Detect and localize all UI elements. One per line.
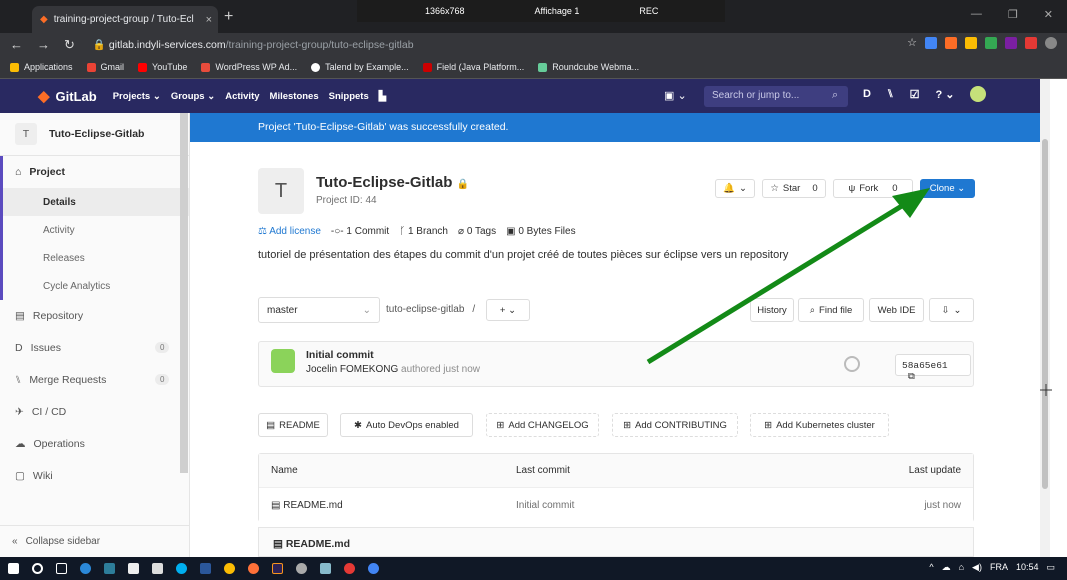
network-icon[interactable]: ⌂ — [959, 562, 964, 573]
taskbar-app-icon[interactable] — [104, 563, 115, 574]
notifications-icon[interactable]: ▭ — [1046, 562, 1055, 573]
eclipse-icon[interactable] — [272, 563, 283, 574]
windows-start-icon[interactable] — [8, 563, 19, 574]
volume-icon[interactable]: ◀) — [972, 562, 982, 573]
task-view-icon[interactable] — [56, 563, 67, 574]
system-tray: ^ ☁ ⌂ ◀) FRA 10:54 ▭ — [929, 562, 1055, 573]
clock[interactable]: 10:54 — [1016, 562, 1039, 573]
search-icon[interactable] — [32, 563, 43, 574]
record-icon[interactable] — [344, 563, 355, 574]
windows-taskbar: ^ ☁ ⌂ ◀) FRA 10:54 ▭ — [0, 557, 1067, 580]
annotation-arrow — [646, 188, 1052, 396]
tray-chevron-icon[interactable]: ^ — [929, 562, 933, 573]
chrome-icon[interactable] — [224, 563, 235, 574]
notepad-icon[interactable] — [320, 563, 331, 574]
language-label[interactable]: FRA — [990, 562, 1008, 573]
store-icon[interactable] — [128, 563, 139, 574]
chrome-profile-icon[interactable] — [368, 563, 379, 574]
word-icon[interactable] — [200, 563, 211, 574]
onedrive-icon[interactable]: ☁ — [942, 562, 951, 573]
edge-icon[interactable] — [80, 563, 91, 574]
firefox-icon[interactable] — [248, 563, 259, 574]
settings-icon[interactable] — [296, 563, 307, 574]
mail-icon[interactable] — [152, 563, 163, 574]
skype-icon[interactable] — [176, 563, 187, 574]
